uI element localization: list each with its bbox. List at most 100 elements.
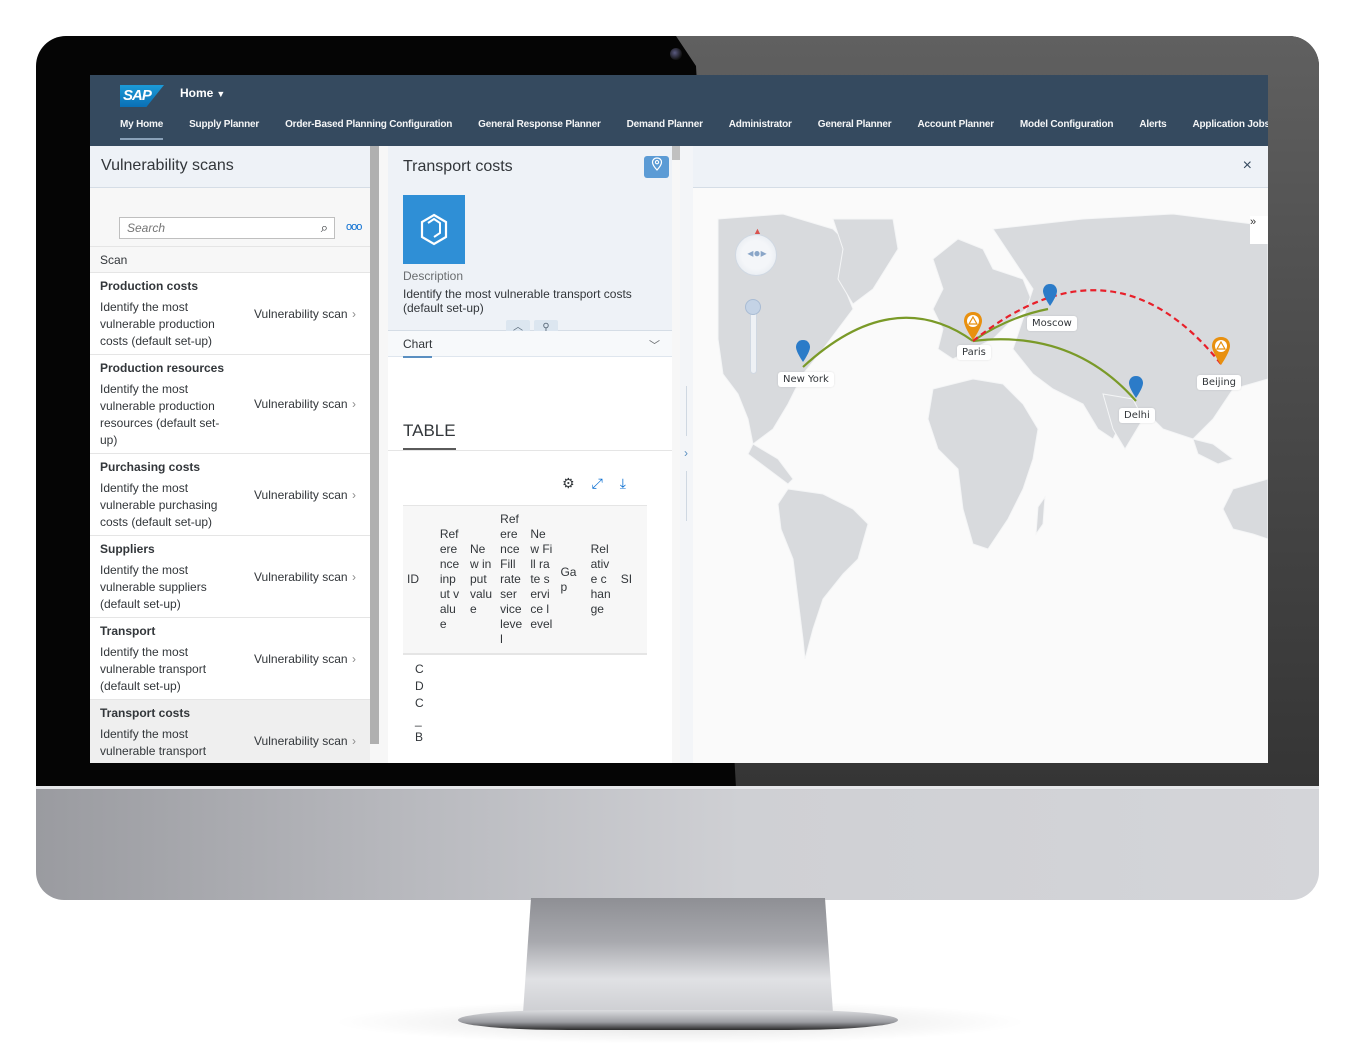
fullscreen-icon[interactable]: ⤢ xyxy=(592,475,603,492)
tab-general-planner[interactable]: General Planner xyxy=(818,119,892,138)
splitter-line xyxy=(686,386,687,436)
col-gap[interactable]: Gap xyxy=(556,505,587,655)
tab-supply-planner[interactable]: Supply Planner xyxy=(189,119,259,138)
tab-demand-planner[interactable]: Demand Planner xyxy=(627,119,703,138)
item-type: Vulnerability scan xyxy=(254,307,348,321)
tab-model-configuration[interactable]: Model Configuration xyxy=(1020,119,1114,138)
tab-my-home[interactable]: My Home xyxy=(120,119,163,140)
object-title: Transport costs xyxy=(403,158,513,175)
list-item-purchasing-costs[interactable]: Purchasing costs Identify the most vulne… xyxy=(90,454,370,536)
location-pin-icon xyxy=(796,340,810,362)
warning-pin-icon xyxy=(964,312,982,340)
close-icon[interactable]: × xyxy=(1243,157,1252,175)
col-si[interactable]: SI xyxy=(616,505,647,655)
location-pin-icon xyxy=(1043,284,1057,306)
search-input[interactable] xyxy=(120,218,300,238)
tab-account-planner[interactable]: Account Planner xyxy=(917,119,994,138)
table-toolbar: ⚙ ⤢ ⤓ xyxy=(562,475,626,492)
chevron-right-icon: › xyxy=(352,570,356,584)
col-reference-fill-rate[interactable]: Reference Fill rate service level xyxy=(496,505,527,655)
item-title: Production resources xyxy=(100,361,225,375)
item-type: Vulnerability scan xyxy=(254,734,348,748)
more-options-icon[interactable]: ooo xyxy=(346,221,362,233)
show-on-map-button[interactable] xyxy=(644,156,669,178)
list-item-transport-costs[interactable]: Transport costs Identify the most vulner… xyxy=(90,700,370,763)
download-icon[interactable]: ⤓ xyxy=(620,475,626,492)
world-map-svg xyxy=(717,213,1268,660)
pane-title: Vulnerability scans xyxy=(90,146,370,188)
search-icon[interactable]: ⌕ xyxy=(321,220,328,236)
land-central-america xyxy=(747,443,794,485)
chevron-right-icon: › xyxy=(352,734,356,748)
list-item-transport[interactable]: Transport Identify the most vulnerable t… xyxy=(90,618,370,700)
col-relative-change[interactable]: Relative change xyxy=(586,505,617,655)
monitor-chin xyxy=(36,786,1319,900)
city-label-moscow: Moscow xyxy=(1027,316,1077,331)
list-item-production-costs[interactable]: Production costs Identify the most vulne… xyxy=(90,273,370,355)
item-title: Production costs xyxy=(100,279,199,293)
tab-general-response-planner[interactable]: General Response Planner xyxy=(478,119,601,138)
north-indicator-icon: ▲ xyxy=(753,226,762,236)
item-type: Vulnerability scan xyxy=(254,397,348,411)
left-pane-scrollbar[interactable] xyxy=(370,146,379,744)
app-tabs: My Home Supply Planner Order-Based Plann… xyxy=(120,119,1269,140)
description-label: Description xyxy=(403,269,464,283)
column-header-scan: Scan xyxy=(90,246,370,273)
item-description: Identify the most vulnerable purchasing … xyxy=(100,481,218,529)
item-description: Identify the most vulnerable transport (… xyxy=(100,645,207,693)
splitter-line xyxy=(686,471,687,521)
vulnerability-scans-pane: Vulnerability scans ⌕ ooo Scan Productio… xyxy=(90,146,370,763)
settings-gear-icon[interactable]: ⚙ xyxy=(562,475,575,492)
mid-pane-scrollbar[interactable] xyxy=(672,146,680,160)
home-menu-label: Home xyxy=(180,86,214,100)
shell-bar: SAP Home ▼ My Home Supply Planner Order-B… xyxy=(90,75,1268,146)
legend-toggle-icon[interactable]: » xyxy=(1250,216,1268,244)
tab-chart[interactable]: Chart xyxy=(403,337,433,358)
tab-order-based-planning-configuration[interactable]: Order-Based Planning Configuration xyxy=(285,119,452,138)
item-description: Identify the most vulnerable production … xyxy=(100,300,215,348)
search-toolbar: ⌕ ooo xyxy=(90,188,370,246)
chevron-right-icon: › xyxy=(352,307,356,321)
expand-chevron-icon[interactable]: › xyxy=(684,446,688,460)
sap-logo[interactable]: SAP xyxy=(120,85,164,107)
location-pin-icon xyxy=(1129,376,1143,398)
monitor-stand xyxy=(523,898,833,1013)
map-pane: × ▲ ◂●▸ » New York Paris Moscow Delhi Be… xyxy=(693,146,1268,763)
geo-map[interactable]: ▲ ◂●▸ » New York Paris Moscow Delhi Beij… xyxy=(693,189,1268,763)
map-navigation-control[interactable]: ▲ ◂●▸ xyxy=(735,226,777,276)
land-australia xyxy=(1222,478,1268,540)
city-label-delhi: Delhi xyxy=(1119,408,1155,423)
item-type: Vulnerability scan xyxy=(254,652,348,666)
chevron-right-icon: › xyxy=(352,652,356,666)
chevron-down-icon[interactable]: ﹀ xyxy=(649,337,660,353)
home-menu[interactable]: Home ▼ xyxy=(180,86,225,100)
land-south-america xyxy=(777,488,869,660)
divider xyxy=(388,450,672,451)
item-title: Transport xyxy=(100,624,156,638)
section-tabs: Chart ﹀ xyxy=(388,331,672,358)
item-description: Identify the most vulnerable suppliers (… xyxy=(100,563,207,611)
list-item-production-resources[interactable]: Production resources Identify the most v… xyxy=(90,355,370,454)
item-type: Vulnerability scan xyxy=(254,488,348,502)
tab-application-jobs[interactable]: Application Jobs xyxy=(1193,119,1269,138)
city-label-beijing: Beijing xyxy=(1197,375,1242,390)
transport-costs-pane: Transport costs Description Identify the… xyxy=(388,146,672,763)
zoom-slider-handle[interactable] xyxy=(745,299,761,315)
pane-splitter[interactable]: › xyxy=(680,146,693,763)
search-field[interactable]: ⌕ xyxy=(119,217,335,239)
chevron-right-icon: › xyxy=(352,488,356,502)
land-africa xyxy=(927,378,1039,550)
col-new-input-value[interactable]: New input value xyxy=(466,505,497,655)
table-title: TABLE xyxy=(403,421,456,450)
tab-alerts[interactable]: Alerts xyxy=(1139,119,1166,138)
table-row[interactable]: CDC_B xyxy=(403,654,647,752)
col-new-fill-rate[interactable]: New Fill rate service level xyxy=(526,505,557,655)
col-reference-input-value[interactable]: Reference input value xyxy=(435,505,466,655)
monitor-foot xyxy=(458,1010,898,1030)
cell-id: CDC_B xyxy=(415,662,424,744)
camera-icon xyxy=(670,48,682,60)
col-id[interactable]: ID xyxy=(403,505,436,655)
tab-administrator[interactable]: Administrator xyxy=(729,119,792,138)
list-item-suppliers[interactable]: Suppliers Identify the most vulnerable s… xyxy=(90,536,370,618)
city-label-paris: Paris xyxy=(957,345,991,360)
